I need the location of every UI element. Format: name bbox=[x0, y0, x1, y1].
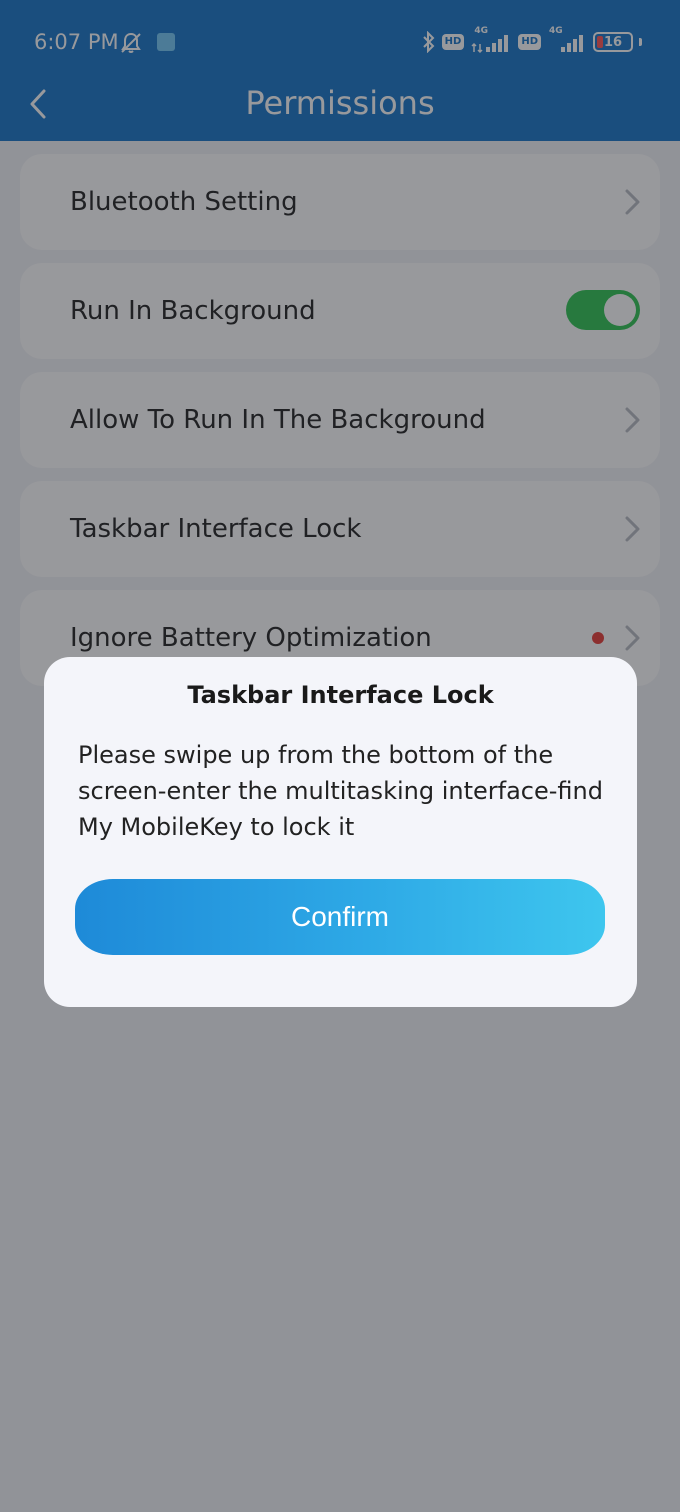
taskbar-lock-dialog: Taskbar Interface Lock Please swipe up f… bbox=[44, 657, 637, 1007]
dialog-title: Taskbar Interface Lock bbox=[187, 681, 494, 709]
confirm-button[interactable]: Confirm bbox=[75, 879, 605, 955]
dialog-message: Please swipe up from the bottom of the s… bbox=[78, 741, 603, 841]
